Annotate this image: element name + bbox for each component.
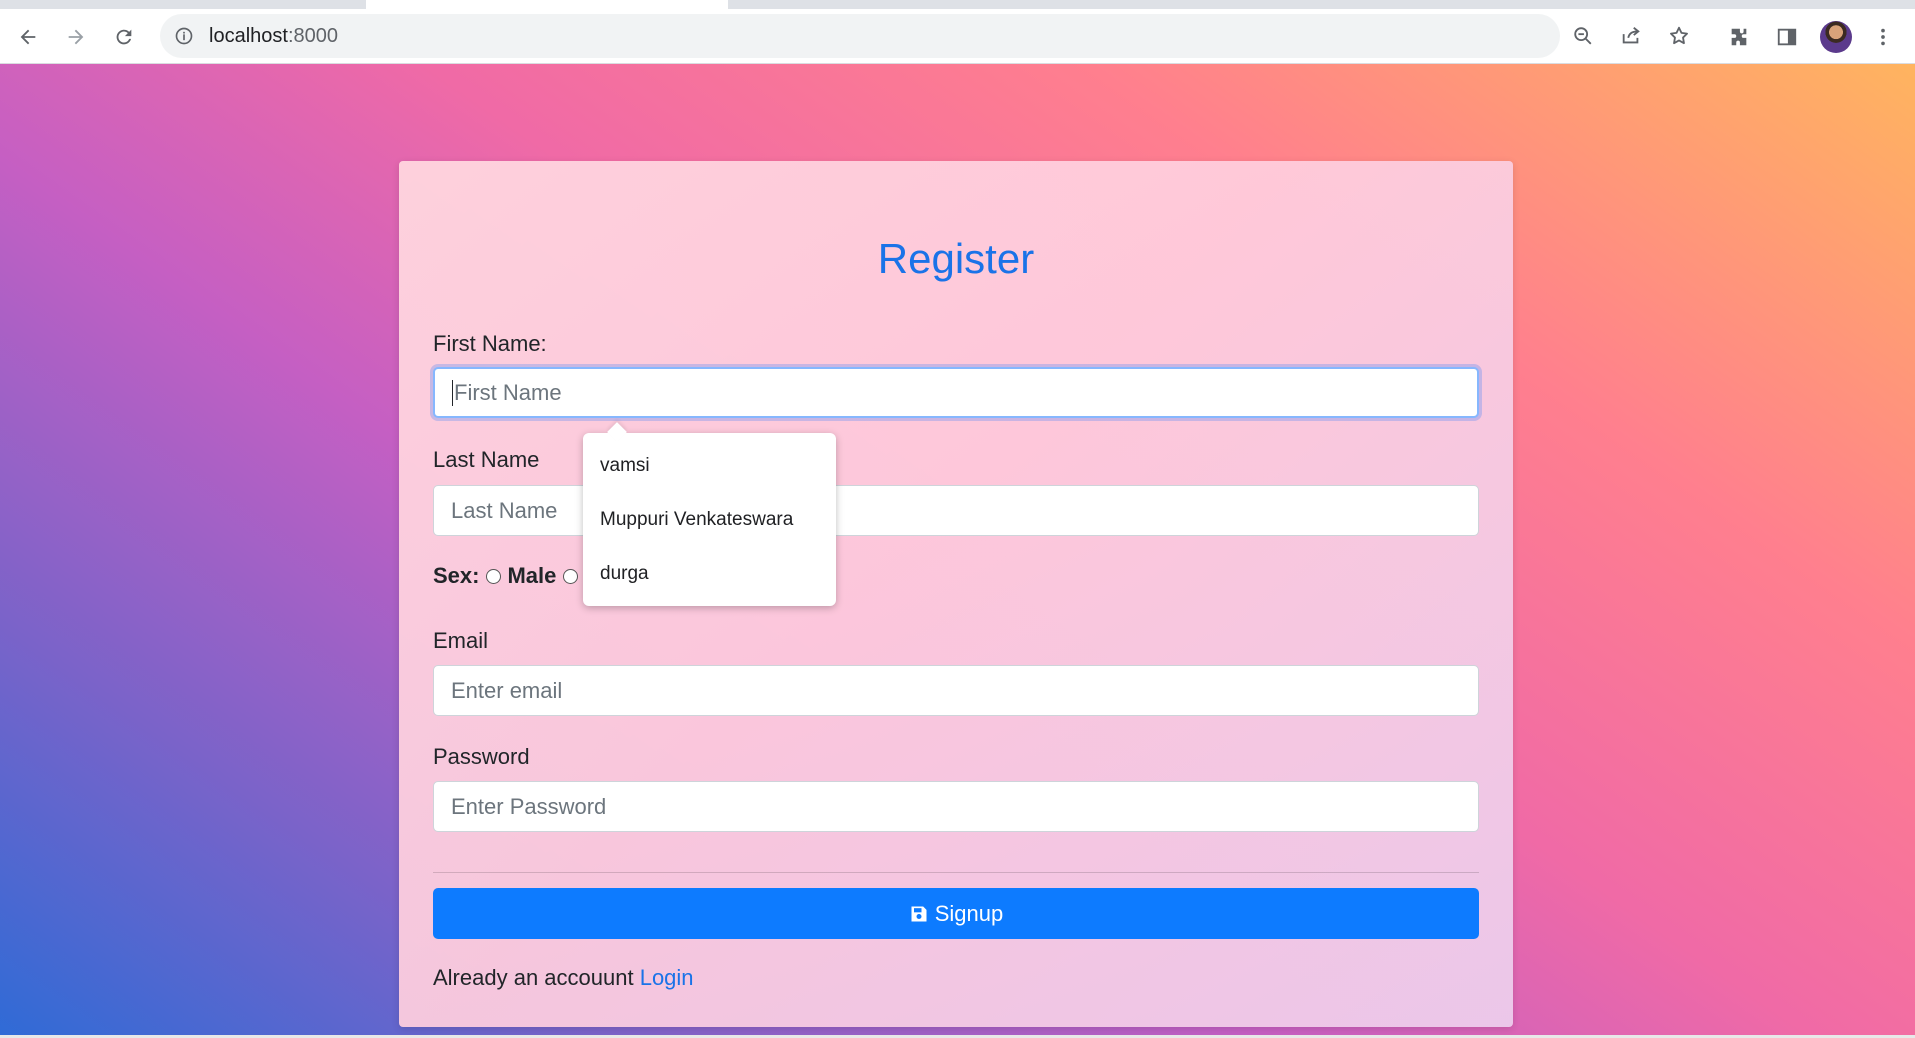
sex-label: Sex:: [433, 563, 480, 588]
autofill-dropdown: vamsi Muppuri Venkateswara durga: [583, 433, 836, 606]
page-background: Register First Name: First Name Last Nam…: [0, 64, 1915, 1038]
back-button[interactable]: [10, 19, 46, 55]
save-icon: [911, 906, 927, 921]
bookmark-star-icon[interactable]: [1666, 23, 1692, 49]
autofill-item[interactable]: vamsi: [600, 455, 650, 477]
email-placeholder: Enter email: [451, 677, 563, 703]
first-name-label: First Name:: [433, 331, 547, 356]
password-label: Password: [433, 744, 530, 769]
url-text: localhost:8000: [209, 25, 338, 47]
url-host: localhost: [209, 25, 288, 47]
last-name-label: Last Name: [433, 447, 540, 472]
form-divider: [433, 872, 1479, 873]
arrow-left-icon: [20, 29, 36, 45]
text-caret: [452, 379, 453, 406]
reload-button[interactable]: [106, 19, 142, 55]
login-prompt: Already an accouunt Login: [433, 965, 694, 991]
male-label: Male: [507, 563, 557, 588]
forward-button[interactable]: [58, 19, 94, 55]
profile-avatar[interactable]: [1820, 21, 1852, 53]
browser-toolbar: localhost:8000: [0, 9, 1915, 64]
share-icon[interactable]: [1618, 23, 1644, 49]
first-name-placeholder: First Name: [454, 379, 562, 405]
signup-label: Signup: [934, 900, 1004, 926]
url-port: :8000: [287, 25, 338, 47]
menu-kebab-icon[interactable]: [1868, 22, 1898, 52]
zoom-icon[interactable]: [1570, 23, 1596, 49]
first-name-input[interactable]: First Name: [433, 367, 1479, 418]
last-name-placeholder: Last Name: [451, 497, 558, 523]
active-tab[interactable]: [366, 0, 728, 9]
tab-strip: [0, 0, 1915, 9]
reload-icon: [116, 29, 132, 45]
autofill-item[interactable]: durga: [600, 563, 649, 585]
sex-row: Sex: Male: [433, 561, 584, 591]
page-title: Register: [877, 235, 1035, 282]
address-bar[interactable]: localhost:8000: [160, 14, 1688, 58]
login-prompt-text: Already an accouunt: [433, 965, 634, 990]
register-card: Register First Name: First Name Last Nam…: [399, 161, 1513, 1027]
password-input[interactable]: Enter Password: [433, 781, 1479, 832]
male-radio[interactable]: [486, 568, 502, 584]
extensions-icon[interactable]: [1724, 22, 1754, 52]
browser-chrome: localhost:8000: [0, 0, 1915, 64]
female-radio[interactable]: [563, 568, 579, 584]
autofill-item[interactable]: Muppuri Venkateswara: [600, 509, 793, 531]
arrow-right-icon: [68, 29, 84, 45]
info-icon[interactable]: [172, 24, 196, 48]
email-label: Email: [433, 628, 489, 653]
signup-button[interactable]: Signup: [433, 888, 1479, 939]
login-link[interactable]: Login: [640, 965, 694, 990]
email-input[interactable]: Enter email: [433, 665, 1479, 716]
password-placeholder: Enter Password: [451, 793, 607, 819]
side-panel-icon[interactable]: [1772, 22, 1802, 52]
